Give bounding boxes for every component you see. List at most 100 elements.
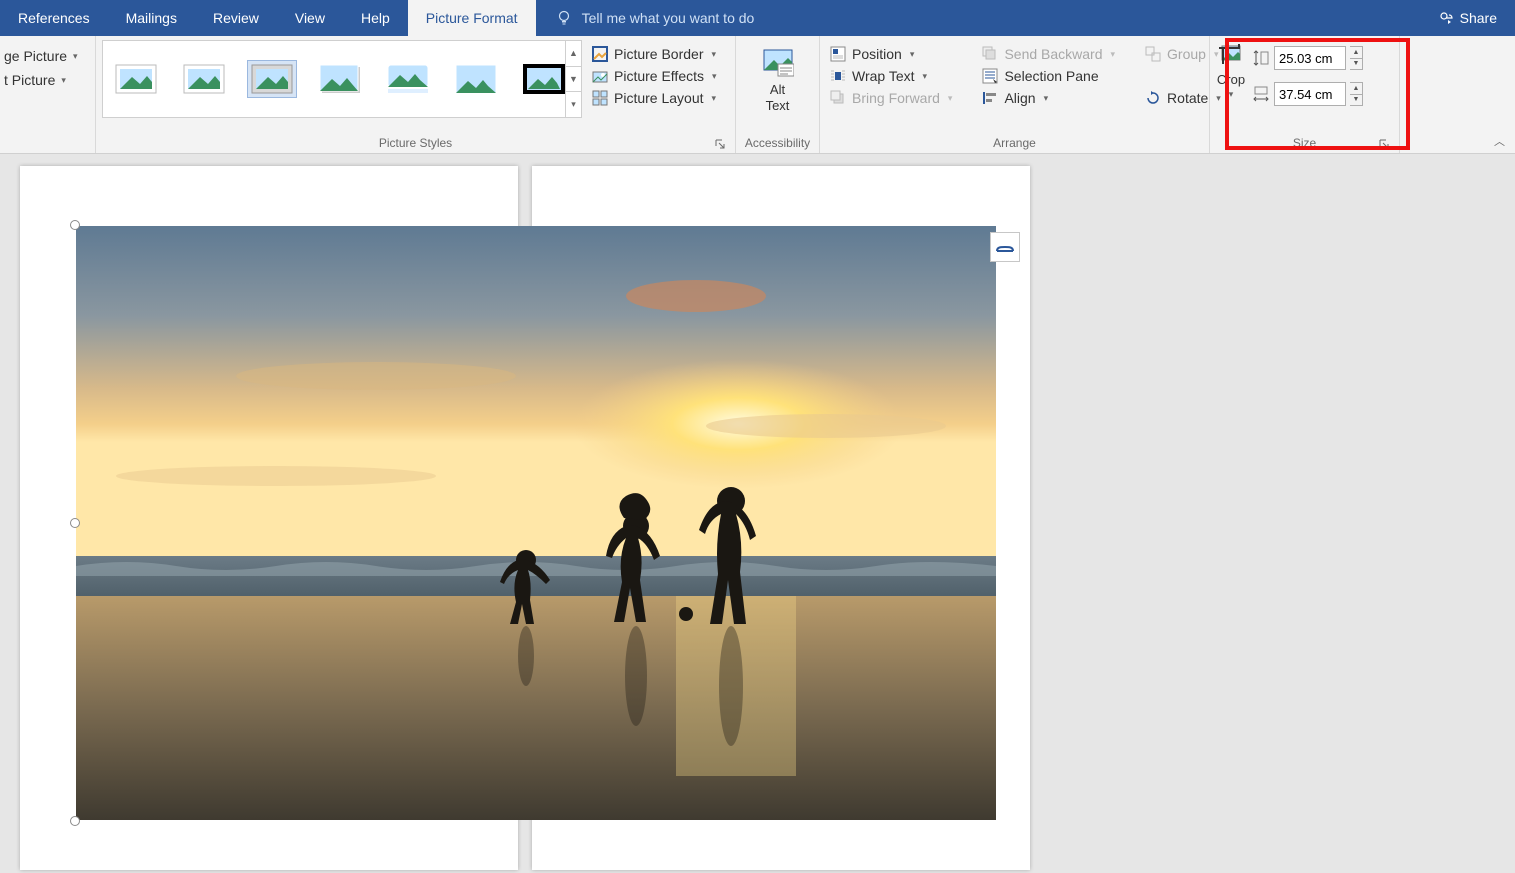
- change-picture-label: ge Picture: [4, 48, 67, 64]
- tell-me-label: Tell me what you want to do: [582, 10, 755, 26]
- selection-handle-tl[interactable]: [70, 220, 80, 230]
- group-icon: [1145, 46, 1161, 62]
- width-spin-up[interactable]: ▲: [1350, 83, 1362, 94]
- style-simple-frame[interactable]: [111, 60, 161, 98]
- gallery-scroll-down[interactable]: ▼: [566, 66, 581, 92]
- wrap-text-icon: [830, 68, 846, 84]
- size-dialog-launcher[interactable]: [1377, 137, 1391, 151]
- style-soft-edge[interactable]: [451, 60, 501, 98]
- reset-picture-button[interactable]: t Picture ▾: [0, 70, 82, 90]
- position-button[interactable]: Position ▾: [826, 44, 956, 64]
- dropdown-caret-icon: ▾: [711, 49, 716, 60]
- dropdown-caret-icon: ▾: [1229, 89, 1234, 100]
- width-row: ▲ ▼: [1252, 82, 1363, 106]
- alt-text-button[interactable]: AltText: [762, 40, 794, 114]
- ribbon-tabbar: References Mailings Review View Help Pic…: [0, 0, 1515, 36]
- sunset-image: [76, 226, 996, 820]
- crop-button[interactable]: Crop ▾: [1216, 42, 1246, 100]
- picture-border-label: Picture Border: [614, 46, 703, 62]
- tab-view[interactable]: View: [277, 0, 343, 36]
- tab-picture-format[interactable]: Picture Format: [408, 0, 536, 36]
- rotate-icon: [1145, 90, 1161, 106]
- style-metal-frame[interactable]: [247, 60, 297, 98]
- selected-picture[interactable]: [76, 226, 996, 820]
- align-icon: [982, 90, 998, 106]
- size-label-text: Size: [1293, 136, 1316, 150]
- height-input[interactable]: [1274, 46, 1346, 70]
- tell-me-search[interactable]: Tell me what you want to do: [536, 0, 775, 36]
- gallery-scroll: ▲ ▼ ▾: [565, 41, 581, 117]
- picture-effects-button[interactable]: Picture Effects ▾: [588, 66, 721, 86]
- gallery-scroll-up[interactable]: ▲: [566, 41, 581, 66]
- share-button[interactable]: Share: [1420, 0, 1515, 36]
- tab-references[interactable]: References: [0, 0, 108, 36]
- picture-effects-icon: [592, 68, 608, 84]
- wrap-text-button[interactable]: Wrap Text ▾: [826, 66, 956, 86]
- height-spin-up[interactable]: ▲: [1350, 47, 1362, 58]
- picture-styles-gallery[interactable]: ▲ ▼ ▾: [102, 40, 582, 118]
- style-beveled-matte[interactable]: [179, 60, 229, 98]
- ribbon-collapse-button[interactable]: ︿: [1494, 133, 1505, 149]
- height-spin-down[interactable]: ▼: [1350, 58, 1362, 70]
- width-input[interactable]: [1274, 82, 1346, 106]
- alt-text-line1: Alt: [770, 82, 785, 97]
- bring-forward-icon: [830, 90, 846, 106]
- tabbar-spacer: [774, 0, 1419, 36]
- dropdown-caret-icon: ▾: [923, 71, 928, 82]
- height-spinner: ▲ ▼: [1350, 46, 1363, 70]
- tab-mailings[interactable]: Mailings: [108, 0, 195, 36]
- selection-handle-ml[interactable]: [70, 518, 80, 528]
- group-accessibility-label: Accessibility: [742, 133, 813, 153]
- height-icon: [1252, 49, 1270, 67]
- dropdown-caret-icon: ▾: [73, 51, 78, 62]
- picture-layout-icon: [592, 90, 608, 106]
- selection-pane-label: Selection Pane: [1004, 68, 1098, 84]
- rotate-label: Rotate: [1167, 90, 1208, 106]
- picture-layout-label: Picture Layout: [614, 90, 704, 106]
- picture-styles-label-text: Picture Styles: [379, 136, 452, 150]
- tab-review[interactable]: Review: [195, 0, 277, 36]
- width-spinner: ▲ ▼: [1350, 82, 1363, 106]
- bring-forward-button[interactable]: Bring Forward ▾: [826, 88, 956, 108]
- picture-border-button[interactable]: Picture Border ▾: [588, 44, 721, 64]
- dropdown-caret-icon: ▾: [61, 75, 66, 86]
- send-backward-button[interactable]: Send Backward ▾: [978, 44, 1119, 64]
- position-label: Position: [852, 46, 902, 62]
- group-btn-label: Group: [1167, 46, 1206, 62]
- picture-styles-dialog-launcher[interactable]: [713, 137, 727, 151]
- dropdown-caret-icon: ▾: [948, 93, 953, 104]
- send-backward-label: Send Backward: [1004, 46, 1102, 62]
- lightbulb-icon: [556, 10, 572, 26]
- share-label: Share: [1460, 10, 1497, 26]
- picture-effects-label: Picture Effects: [614, 68, 704, 84]
- group-arrange: Position ▾ Wrap Text ▾ Bring Forward ▾: [820, 36, 1210, 153]
- height-row: ▲ ▼: [1252, 46, 1363, 70]
- group-picture-styles-label: Picture Styles: [102, 133, 729, 153]
- picture-layout-button[interactable]: Picture Layout ▾: [588, 88, 721, 108]
- picture-border-icon: [592, 46, 608, 62]
- reset-picture-label: t Picture: [4, 72, 55, 88]
- align-button[interactable]: Align ▾: [978, 88, 1119, 108]
- selection-handle-bl[interactable]: [70, 816, 80, 826]
- pages-container: [20, 166, 1030, 870]
- document-canvas[interactable]: [0, 154, 1515, 873]
- width-icon: [1252, 85, 1270, 103]
- share-icon: [1438, 10, 1454, 26]
- width-spin-down[interactable]: ▼: [1350, 94, 1362, 106]
- wrap-text-label: Wrap Text: [852, 68, 915, 84]
- group-size-label: Size: [1216, 133, 1393, 153]
- selection-pane-button[interactable]: Selection Pane: [978, 66, 1119, 86]
- style-reflected-rounded[interactable]: [383, 60, 433, 98]
- style-drop-shadow[interactable]: [315, 60, 365, 98]
- layout-options-button[interactable]: [990, 232, 1020, 262]
- dropdown-caret-icon: ▾: [1044, 93, 1049, 104]
- dropdown-caret-icon: ▾: [712, 93, 717, 104]
- dropdown-caret-icon: ▾: [1111, 49, 1116, 60]
- selection-pane-icon: [982, 68, 998, 84]
- tab-help[interactable]: Help: [343, 0, 408, 36]
- group-adjust-label: [0, 133, 89, 153]
- gallery-expand[interactable]: ▾: [566, 91, 581, 117]
- change-picture-button[interactable]: ge Picture ▾: [0, 46, 82, 66]
- bring-forward-label: Bring Forward: [852, 90, 940, 106]
- style-double-frame-black[interactable]: [519, 60, 569, 98]
